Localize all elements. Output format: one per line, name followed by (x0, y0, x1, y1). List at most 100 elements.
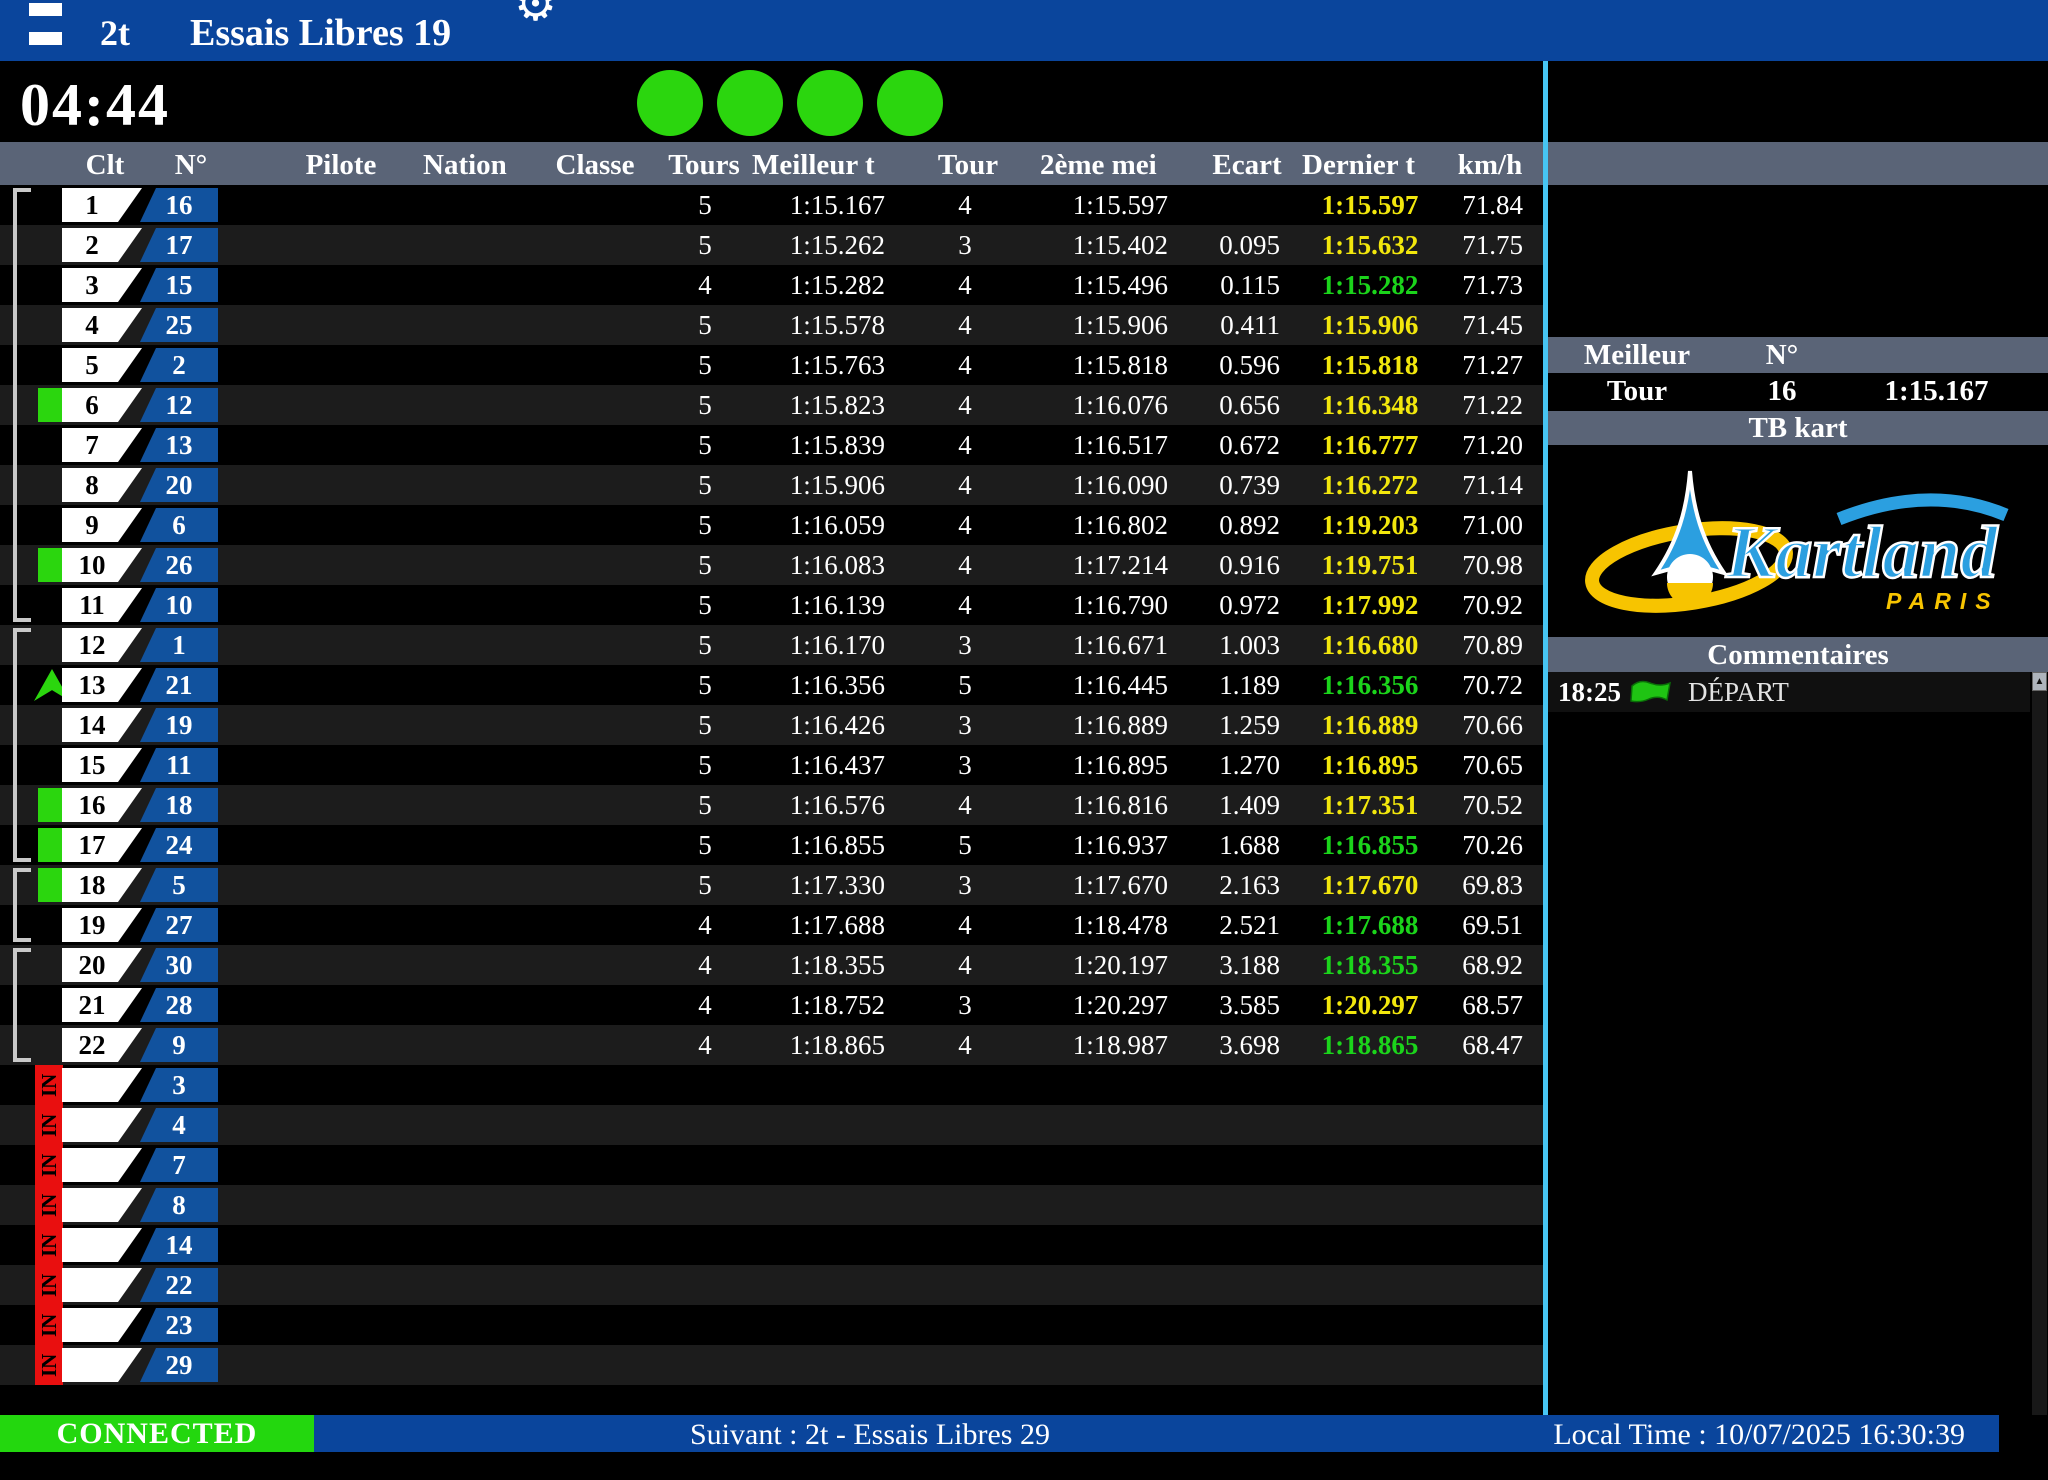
pit-row: IN7 (0, 1145, 1545, 1185)
last-lap-time: 1:17.670 (1295, 865, 1445, 905)
position-badge: 8 (62, 468, 142, 502)
position-badge: 9 (62, 508, 142, 542)
position-badge: 20 (62, 948, 142, 982)
position-number: 20 (62, 948, 122, 983)
last-lap-time: 1:16.272 (1295, 465, 1445, 505)
second-best-time: 1:16.802 (1015, 505, 1168, 545)
kart-number-badge: 18 (140, 788, 218, 822)
average-speed: 71.75 (1428, 225, 1523, 265)
kart-number-badge: 24 (140, 828, 218, 862)
group-bracket (13, 868, 31, 905)
best-lap-number: 3 (915, 705, 1015, 745)
session-timer: 04:44 (20, 71, 170, 140)
group-bracket (13, 188, 31, 225)
best-lap-number: 3 (915, 625, 1015, 665)
best-lap-number: 3 (915, 745, 1015, 785)
table-row: 172451:16.85551:16.9371.6881:16.85570.26 (0, 825, 1545, 865)
position-badge: 10 (62, 548, 142, 582)
second-best-time: 1:16.889 (1015, 705, 1168, 745)
kart-number-badge: 7 (140, 1148, 218, 1182)
table-row: 22941:18.86541:18.9873.6981:18.86568.47 (0, 1025, 1545, 1065)
second-best-time: 1:15.496 (1015, 265, 1168, 305)
position-number: 14 (62, 708, 122, 743)
kart-number: 1 (140, 628, 218, 663)
best-lap-number: 4 (915, 585, 1015, 625)
average-speed: 71.73 (1428, 265, 1523, 305)
gap-to-leader: 1.189 (1185, 665, 1280, 705)
pit-row: IN 14 (0, 1225, 1545, 1265)
best-lap-time: 1:16.356 (735, 665, 885, 705)
average-speed: 70.66 (1428, 705, 1523, 745)
position-badge: 6 (62, 388, 142, 422)
kart-number: 14 (140, 1228, 218, 1263)
gap-to-leader: 1.003 (1185, 625, 1280, 665)
kart-number-badge: 4 (140, 1108, 218, 1142)
position-badge-empty (62, 1268, 142, 1302)
group-bracket (13, 1025, 31, 1062)
kart-number-badge: 13 (140, 428, 218, 462)
best-lap-time: 1:15.578 (735, 305, 885, 345)
best-lap-header-num: N° (1744, 337, 1820, 374)
pit-in-badge: IN (35, 1185, 63, 1225)
comments-scrollbar[interactable]: ▲ (2032, 672, 2047, 1415)
average-speed: 68.57 (1428, 985, 1523, 1025)
logo-sub-text: PARIS (1886, 588, 2000, 614)
scrollbar-up-arrow[interactable]: ▲ (2032, 672, 2047, 691)
col-deuxieme: 2ème mei (1040, 142, 1173, 185)
best-lap-number: 4 (915, 785, 1015, 825)
second-best-time: 1:15.818 (1015, 345, 1168, 385)
kart-number-badge: 27 (140, 908, 218, 942)
pit-row: IN8 (0, 1185, 1545, 1225)
kart-number-badge: 10 (140, 588, 218, 622)
average-speed: 69.51 (1428, 905, 1523, 945)
position-badge: 5 (62, 348, 142, 382)
best-lap-time: 1:16.426 (735, 705, 885, 745)
average-speed: 71.22 (1428, 385, 1523, 425)
best-lap-row: Tour 16 1:15.167 (1548, 373, 2048, 411)
kart-number-badge: 20 (140, 468, 218, 502)
gap-to-leader: 0.115 (1185, 265, 1280, 305)
kartland-logo: Kartland PARIS (1584, 457, 2014, 627)
hamburger-menu-icon[interactable] (29, 0, 62, 46)
position-badge-empty (62, 1348, 142, 1382)
position-number: 22 (62, 1028, 122, 1063)
position-number: 9 (62, 508, 122, 543)
position-number: 1 (62, 188, 122, 223)
best-lap-number: 4 (915, 345, 1015, 385)
kart-number-badge: 28 (140, 988, 218, 1022)
second-best-time: 1:15.402 (1015, 225, 1168, 265)
group-bracket (13, 545, 31, 585)
group-bracket (13, 265, 31, 305)
position-number: 12 (62, 628, 122, 663)
average-speed: 69.83 (1428, 865, 1523, 905)
group-bracket (13, 825, 31, 862)
kart-number: 3 (140, 1068, 218, 1103)
position-number: 19 (62, 908, 122, 943)
kart-number: 9 (140, 1028, 218, 1063)
position-badge: 19 (62, 908, 142, 942)
gear-icon[interactable]: ⚙ (514, 0, 557, 32)
best-lap-header-label: Meilleur (1562, 337, 1712, 374)
position-number: 3 (62, 268, 122, 303)
position-number: 21 (62, 988, 122, 1023)
kart-number-badge: 30 (140, 948, 218, 982)
group-bracket (13, 665, 31, 705)
session-title: Essais Libres 19 (190, 0, 451, 61)
col-meilleur: Meilleur t (752, 142, 894, 185)
average-speed: 70.65 (1428, 745, 1523, 785)
second-best-time: 1:15.906 (1015, 305, 1168, 345)
best-lap-number: 3 (915, 985, 1015, 1025)
pit-row: IN3 (0, 1065, 1545, 1105)
best-lap-number: 5 (915, 665, 1015, 705)
second-best-time: 1:17.214 (1015, 545, 1168, 585)
kart-number: 10 (140, 588, 218, 623)
last-lap-time: 1:16.348 (1295, 385, 1445, 425)
pit-in-badge: IN (35, 1225, 63, 1265)
last-lap-time: 1:15.818 (1295, 345, 1445, 385)
track-logo: Kartland PARIS (1548, 445, 2048, 637)
timer-band: 04:44 (0, 61, 2048, 142)
kart-number-badge: 1 (140, 628, 218, 662)
group-bracket (13, 705, 31, 745)
position-badge: 13 (62, 668, 142, 702)
col-kmh: km/h (1425, 142, 1555, 185)
